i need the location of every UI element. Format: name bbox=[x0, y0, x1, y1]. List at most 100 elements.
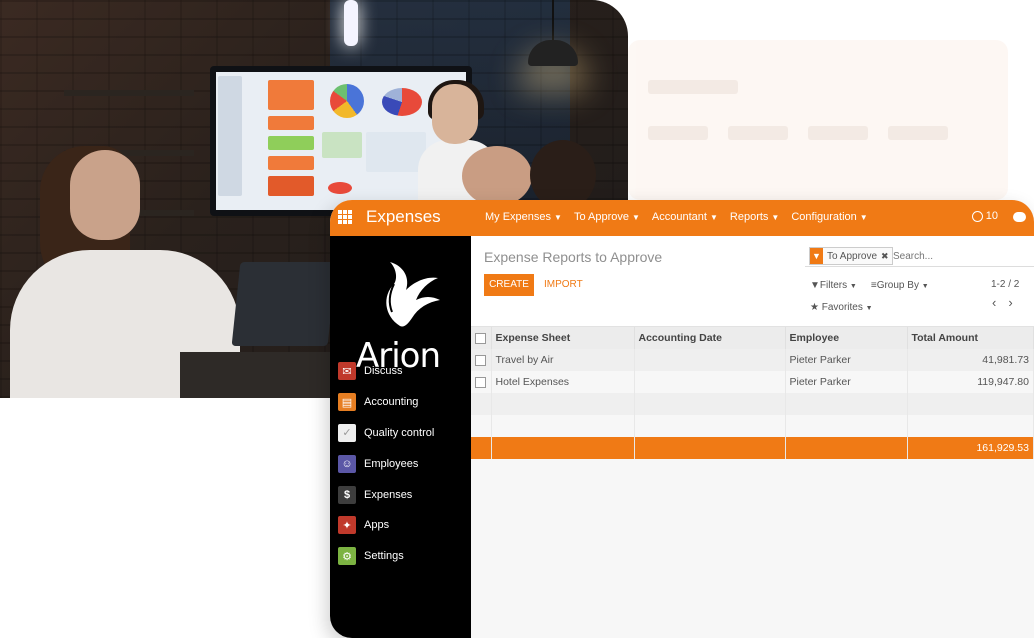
chevron-down-icon: ▼ bbox=[921, 283, 929, 290]
sidebar-item-settings[interactable]: ⚙ Settings bbox=[338, 541, 434, 572]
chevron-down-icon: ▼ bbox=[709, 213, 718, 222]
notification-count: 10 bbox=[985, 210, 998, 222]
sidebar-nav: ✉ Discuss ▤ Accounting ✓ Quality control… bbox=[338, 356, 434, 572]
column-header-expense-sheet[interactable]: Expense Sheet bbox=[491, 327, 635, 349]
gear-icon: ⚙ bbox=[338, 547, 356, 566]
expense-reports-table: Expense Sheet Accounting Date Employee T… bbox=[471, 327, 1034, 459]
ghost-bar bbox=[808, 126, 868, 140]
chevron-right-icon[interactable]: › bbox=[1008, 295, 1012, 310]
close-icon[interactable]: ✖ bbox=[881, 251, 892, 262]
employees-icon: ☺ bbox=[338, 454, 356, 473]
search-bar: ▼ To Approve ✖ bbox=[805, 245, 1034, 267]
table-row[interactable]: Hotel Expenses Pieter Parker 119,947.80 bbox=[471, 371, 1034, 393]
table-total-row: 161,929.53 bbox=[471, 437, 1034, 459]
screen-sidebar bbox=[218, 76, 242, 196]
sidebar-item-label: Quality control bbox=[364, 426, 435, 439]
menu-configuration[interactable]: Configuration ▼ bbox=[791, 211, 867, 223]
pie-chart-graphic bbox=[330, 84, 364, 118]
filter-icon: ▼ bbox=[810, 280, 820, 291]
sidebar: Arion ✉ Discuss ▤ Accounting ✓ Quality c… bbox=[330, 236, 471, 638]
chevron-down-icon: ▼ bbox=[849, 283, 857, 290]
screen-tile bbox=[268, 116, 314, 130]
pager-value[interactable]: 1-2 / 2 bbox=[991, 279, 1019, 290]
chat-icon[interactable] bbox=[1013, 212, 1026, 222]
chevron-down-icon: ▼ bbox=[771, 213, 780, 222]
select-all-cell bbox=[471, 327, 492, 349]
sidebar-item-quality-control[interactable]: ✓ Quality control bbox=[338, 418, 434, 449]
pager-nav: ‹ › bbox=[992, 295, 1013, 310]
sidebar-item-discuss[interactable]: ✉ Discuss bbox=[338, 356, 434, 387]
apps-grid-icon[interactable] bbox=[338, 210, 352, 224]
expense-sheet-cell: Travel by Air bbox=[491, 349, 635, 371]
empty-row bbox=[471, 393, 1034, 415]
accounting-icon: ▤ bbox=[338, 393, 356, 412]
table-header-row: Expense Sheet Accounting Date Employee T… bbox=[471, 327, 1034, 349]
row-select-cell bbox=[471, 349, 492, 371]
screen-tile bbox=[366, 132, 426, 172]
ceiling-light bbox=[344, 0, 358, 46]
total-amount-cell: 41,981.73 bbox=[907, 349, 1034, 371]
desk bbox=[180, 352, 340, 398]
dollar-icon: $ bbox=[338, 485, 356, 504]
menu-accountant[interactable]: Accountant ▼ bbox=[652, 211, 718, 223]
filter-icon: ▼ bbox=[810, 248, 823, 264]
import-button[interactable]: IMPORT bbox=[544, 274, 583, 296]
woman-face bbox=[70, 150, 140, 240]
presenter-face bbox=[432, 84, 478, 144]
column-header-accounting-date[interactable]: Accounting Date bbox=[634, 327, 786, 349]
pie-chart-graphic bbox=[382, 88, 422, 116]
chevron-left-icon[interactable]: ‹ bbox=[992, 295, 996, 310]
chart-graphic bbox=[328, 182, 352, 194]
sidebar-item-apps[interactable]: ✦ Apps bbox=[338, 510, 434, 541]
favorites-dropdown[interactable]: ★ Favorites ▼ bbox=[810, 302, 873, 313]
background-ui-ghost bbox=[628, 40, 1008, 200]
expense-sheet-cell: Hotel Expenses bbox=[491, 371, 635, 393]
search-input[interactable] bbox=[893, 247, 1023, 265]
filters-dropdown[interactable]: ▼Filters ▼ bbox=[810, 280, 857, 291]
row-select-cell bbox=[471, 371, 492, 393]
menu-my-expenses[interactable]: My Expenses ▼ bbox=[485, 211, 562, 223]
ghost-bar bbox=[648, 80, 738, 94]
select-all-checkbox[interactable] bbox=[475, 332, 486, 344]
ghost-bar bbox=[728, 126, 788, 140]
accounting-date-cell bbox=[634, 371, 786, 393]
sidebar-item-expenses[interactable]: $ Expenses bbox=[338, 479, 434, 510]
menu-to-approve[interactable]: To Approve ▼ bbox=[574, 211, 640, 223]
search-options: ▼Filters ▼ ≡Group By ▼ bbox=[810, 280, 929, 291]
pegasus-logo-icon bbox=[386, 262, 440, 327]
facet-label: To Approve bbox=[827, 250, 878, 262]
activity-icon bbox=[971, 210, 983, 222]
menu-reports[interactable]: Reports ▼ bbox=[730, 211, 779, 223]
laptop bbox=[231, 262, 337, 346]
chevron-down-icon: ▼ bbox=[865, 305, 873, 312]
notification-indicator[interactable]: 10 bbox=[971, 210, 998, 222]
search-facet[interactable]: ▼ To Approve ✖ bbox=[809, 247, 893, 265]
screen-tile bbox=[268, 176, 314, 196]
chevron-down-icon: ▼ bbox=[632, 213, 640, 222]
page-title: Expense Reports to Approve bbox=[484, 249, 663, 265]
top-navbar: Expenses My Expenses ▼ To Approve ▼ Accoun… bbox=[330, 200, 1034, 236]
control-panel: Expense Reports to Approve CREATE IMPORT… bbox=[471, 236, 1034, 327]
sidebar-item-label: Accounting bbox=[364, 396, 419, 409]
row-checkbox[interactable] bbox=[475, 376, 486, 388]
screen-tile bbox=[322, 132, 362, 158]
audience-member bbox=[462, 146, 532, 206]
sidebar-item-label: Apps bbox=[364, 519, 390, 532]
quality-icon: ✓ bbox=[338, 423, 356, 442]
group-by-dropdown[interactable]: ≡Group By ▼ bbox=[871, 280, 929, 291]
screen-tile bbox=[268, 156, 314, 170]
column-header-total-amount[interactable]: Total Amount bbox=[907, 327, 1034, 349]
chevron-down-icon: ▼ bbox=[859, 213, 868, 222]
table-row[interactable]: Travel by Air Pieter Parker 41,981.73 bbox=[471, 349, 1034, 371]
lamp-cord bbox=[552, 0, 554, 40]
row-checkbox[interactable] bbox=[475, 354, 486, 366]
top-menu: My Expenses ▼ To Approve ▼ Accountant ▼ Rep… bbox=[485, 211, 868, 223]
chat-icon: ✉ bbox=[338, 362, 356, 381]
grand-total-cell: 161,929.53 bbox=[907, 437, 1034, 459]
main-content: Expense Reports to Approve CREATE IMPORT… bbox=[471, 236, 1034, 638]
column-header-employee[interactable]: Employee bbox=[785, 327, 908, 349]
sidebar-item-employees[interactable]: ☺ Employees bbox=[338, 448, 434, 479]
ghost-bar bbox=[648, 126, 708, 140]
create-button[interactable]: CREATE bbox=[484, 274, 534, 296]
sidebar-item-accounting[interactable]: ▤ Accounting bbox=[338, 387, 434, 418]
